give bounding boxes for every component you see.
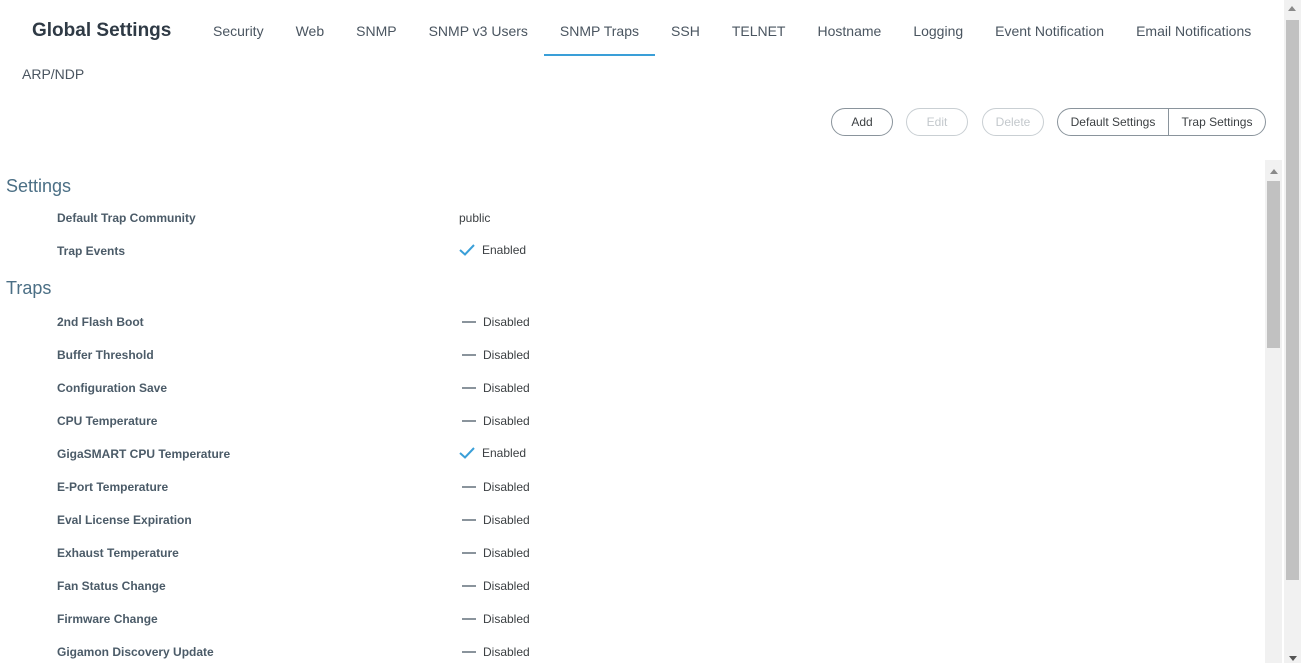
- row-value-text: Disabled: [483, 381, 530, 395]
- trap-row-value: Disabled: [459, 546, 530, 560]
- row-value-text: Disabled: [483, 348, 530, 362]
- scroll-down-arrow-icon[interactable]: [1289, 656, 1297, 661]
- dash-icon: [462, 321, 476, 323]
- top-navigation: Global Settings Security Web SNMP SNMP v…: [0, 0, 1284, 82]
- trap-row-label: Firmware Change: [57, 612, 158, 626]
- tab-snmp[interactable]: SNMP: [340, 0, 412, 56]
- trap-row-value: Enabled: [459, 446, 526, 460]
- tab-email-notifications[interactable]: Email Notifications: [1120, 0, 1267, 56]
- tab-security[interactable]: Security: [197, 0, 280, 56]
- row-value-text: Disabled: [483, 513, 530, 527]
- page-scrollbar[interactable]: [1284, 0, 1301, 663]
- trap-row-label: 2nd Flash Boot: [57, 315, 144, 329]
- trap-row-value: Disabled: [459, 579, 530, 593]
- dash-icon: [462, 420, 476, 422]
- page-title: Global Settings: [32, 20, 172, 41]
- trap-row-value: Disabled: [459, 513, 530, 527]
- trap-events-value: Enabled: [459, 243, 526, 257]
- row-value-text: Disabled: [483, 612, 530, 626]
- default-settings-button[interactable]: Default Settings: [1058, 109, 1168, 135]
- trap-settings-button[interactable]: Trap Settings: [1168, 109, 1265, 135]
- tab-snmp-traps[interactable]: SNMP Traps: [543, 0, 656, 56]
- trap-row-value: Disabled: [459, 381, 530, 395]
- row-value-text: Disabled: [483, 480, 530, 494]
- tab-arp-ndp[interactable]: ARP/NDP: [22, 66, 84, 82]
- trap-events-label: Trap Events: [57, 244, 126, 258]
- dash-icon: [462, 354, 476, 356]
- trap-row-value: Disabled: [459, 348, 530, 362]
- check-icon: [459, 244, 475, 256]
- tab-telnet[interactable]: TELNET: [716, 0, 802, 56]
- page-scrollbar-thumb[interactable]: [1286, 20, 1299, 580]
- settings-tabs: Security Web SNMP SNMP v3 Users SNMP Tra…: [197, 0, 1267, 56]
- scroll-up-arrow-icon[interactable]: [1288, 6, 1296, 11]
- trap-row-label: Exhaust Temperature: [57, 546, 179, 560]
- content-scrollbar[interactable]: [1265, 160, 1282, 663]
- dash-icon: [462, 486, 476, 488]
- edit-button[interactable]: Edit: [906, 108, 968, 136]
- row-value-text: public: [459, 211, 491, 225]
- content-scrollbar-thumb[interactable]: [1267, 181, 1280, 348]
- trap-row-value: Disabled: [459, 315, 530, 329]
- dash-icon: [462, 651, 476, 653]
- check-icon: [459, 447, 475, 459]
- scroll-up-arrow-icon[interactable]: [1270, 169, 1278, 174]
- row-value-text: Disabled: [483, 315, 530, 329]
- dash-icon: [462, 618, 476, 620]
- row-value-text: Disabled: [483, 645, 530, 659]
- settings-button-group: Default Settings Trap Settings: [1057, 108, 1266, 136]
- trap-row-value: Disabled: [459, 480, 530, 494]
- trap-row-label: Buffer Threshold: [57, 348, 154, 362]
- row-value-text: Disabled: [483, 579, 530, 593]
- trap-row-label: Configuration Save: [57, 381, 168, 395]
- trap-row-label: GigaSMART CPU Temperature: [57, 447, 231, 461]
- dash-icon: [462, 387, 476, 389]
- trap-row-label: Gigamon Discovery Update: [57, 645, 214, 659]
- add-button[interactable]: Add: [831, 108, 893, 136]
- trap-row-label: CPU Temperature: [57, 414, 158, 428]
- delete-button[interactable]: Delete: [982, 108, 1044, 136]
- default-trap-community-value: public: [459, 211, 490, 225]
- trap-row-value: Disabled: [459, 645, 530, 659]
- tab-event-notification[interactable]: Event Notification: [979, 0, 1120, 56]
- row-value-text: Enabled: [482, 446, 527, 460]
- dash-icon: [462, 552, 476, 554]
- trap-row-label: E-Port Temperature: [57, 480, 169, 494]
- trap-row-value: Disabled: [459, 414, 530, 428]
- tab-hostname[interactable]: Hostname: [802, 0, 898, 56]
- tab-ssh[interactable]: SSH: [655, 0, 716, 56]
- traps-section-title: Traps: [6, 278, 52, 298]
- dash-icon: [462, 585, 476, 587]
- trap-row-value: Disabled: [459, 612, 530, 626]
- trap-row-label: Eval License Expiration: [57, 513, 192, 527]
- row-value-text: Disabled: [483, 546, 530, 560]
- tab-logging[interactable]: Logging: [897, 0, 979, 56]
- tab-snmp-v3-users[interactable]: SNMP v3 Users: [413, 0, 544, 56]
- row-value-text: Enabled: [482, 243, 527, 257]
- settings-section-title: Settings: [6, 176, 72, 196]
- trap-row-label: Fan Status Change: [57, 579, 166, 593]
- row-value-text: Disabled: [483, 414, 530, 428]
- default-trap-community-label: Default Trap Community: [57, 211, 196, 225]
- dash-icon: [462, 519, 476, 521]
- tab-web[interactable]: Web: [280, 0, 341, 56]
